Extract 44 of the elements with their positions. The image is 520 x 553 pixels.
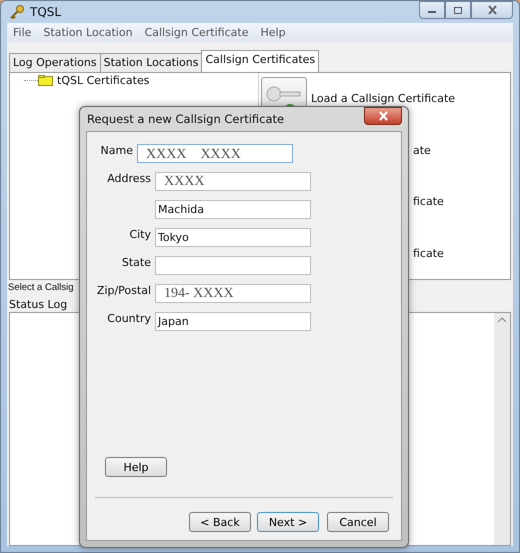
- maximize-icon: [453, 6, 463, 14]
- input-field[interactable]: [155, 256, 311, 275]
- maximize-button[interactable]: [445, 1, 471, 19]
- action-label[interactable]: ficate: [413, 246, 444, 260]
- folder-icon: [38, 74, 53, 86]
- menu-item[interactable]: Callsign Certificate: [144, 26, 248, 39]
- field-label: Name: [100, 144, 133, 157]
- wizard-button[interactable]: Cancel: [327, 512, 389, 532]
- menu-item[interactable]: Station Location: [43, 26, 133, 39]
- tab[interactable]: Log Operations: [9, 53, 101, 72]
- dialog-title: Request a new Callsign Certificate: [86, 112, 284, 126]
- field-label: State: [122, 256, 151, 269]
- field-label: Zip/Postal: [96, 284, 151, 297]
- input-field[interactable]: XXXX XXXX: [137, 144, 293, 163]
- status-text: Select a Callsig: [7, 281, 74, 295]
- action-label[interactable]: ate: [413, 144, 431, 157]
- wizard-button[interactable]: < Back: [189, 512, 251, 532]
- input-field[interactable]: Japan: [155, 312, 311, 331]
- scrollbar[interactable]: [494, 313, 510, 545]
- close-icon: [378, 111, 388, 121]
- tab[interactable]: Callsign Certificates: [201, 50, 320, 72]
- minimize-button[interactable]: [419, 1, 445, 19]
- action-label[interactable]: Load a Callsign Certificate: [311, 92, 456, 106]
- close-icon: [486, 5, 498, 15]
- input-field[interactable]: XXXX: [155, 172, 311, 191]
- input-field[interactable]: Tokyo: [155, 228, 311, 247]
- close-button[interactable]: [364, 107, 402, 125]
- key-icon: [9, 4, 25, 20]
- window-title: TQSL: [30, 5, 62, 19]
- arrow-up-icon: [497, 317, 507, 323]
- help-button[interactable]: Help: [105, 457, 167, 477]
- menu-item[interactable]: File: [13, 26, 32, 39]
- field-label: Country: [107, 312, 151, 325]
- tree-item[interactable]: tQSL Certificates: [57, 74, 150, 86]
- input-field[interactable]: Machida: [155, 200, 311, 219]
- field-label: City: [129, 228, 151, 241]
- status-log-label: Status Log: [8, 297, 68, 312]
- wizard-button[interactable]: Next >: [257, 512, 319, 532]
- menu-item[interactable]: Help: [260, 26, 286, 39]
- action-label[interactable]: ficate: [413, 195, 444, 208]
- close-button[interactable]: [471, 1, 513, 19]
- input-field[interactable]: 194- XXXX: [155, 284, 311, 303]
- tab[interactable]: Station Locations: [100, 53, 202, 72]
- field-label: Address: [107, 172, 151, 185]
